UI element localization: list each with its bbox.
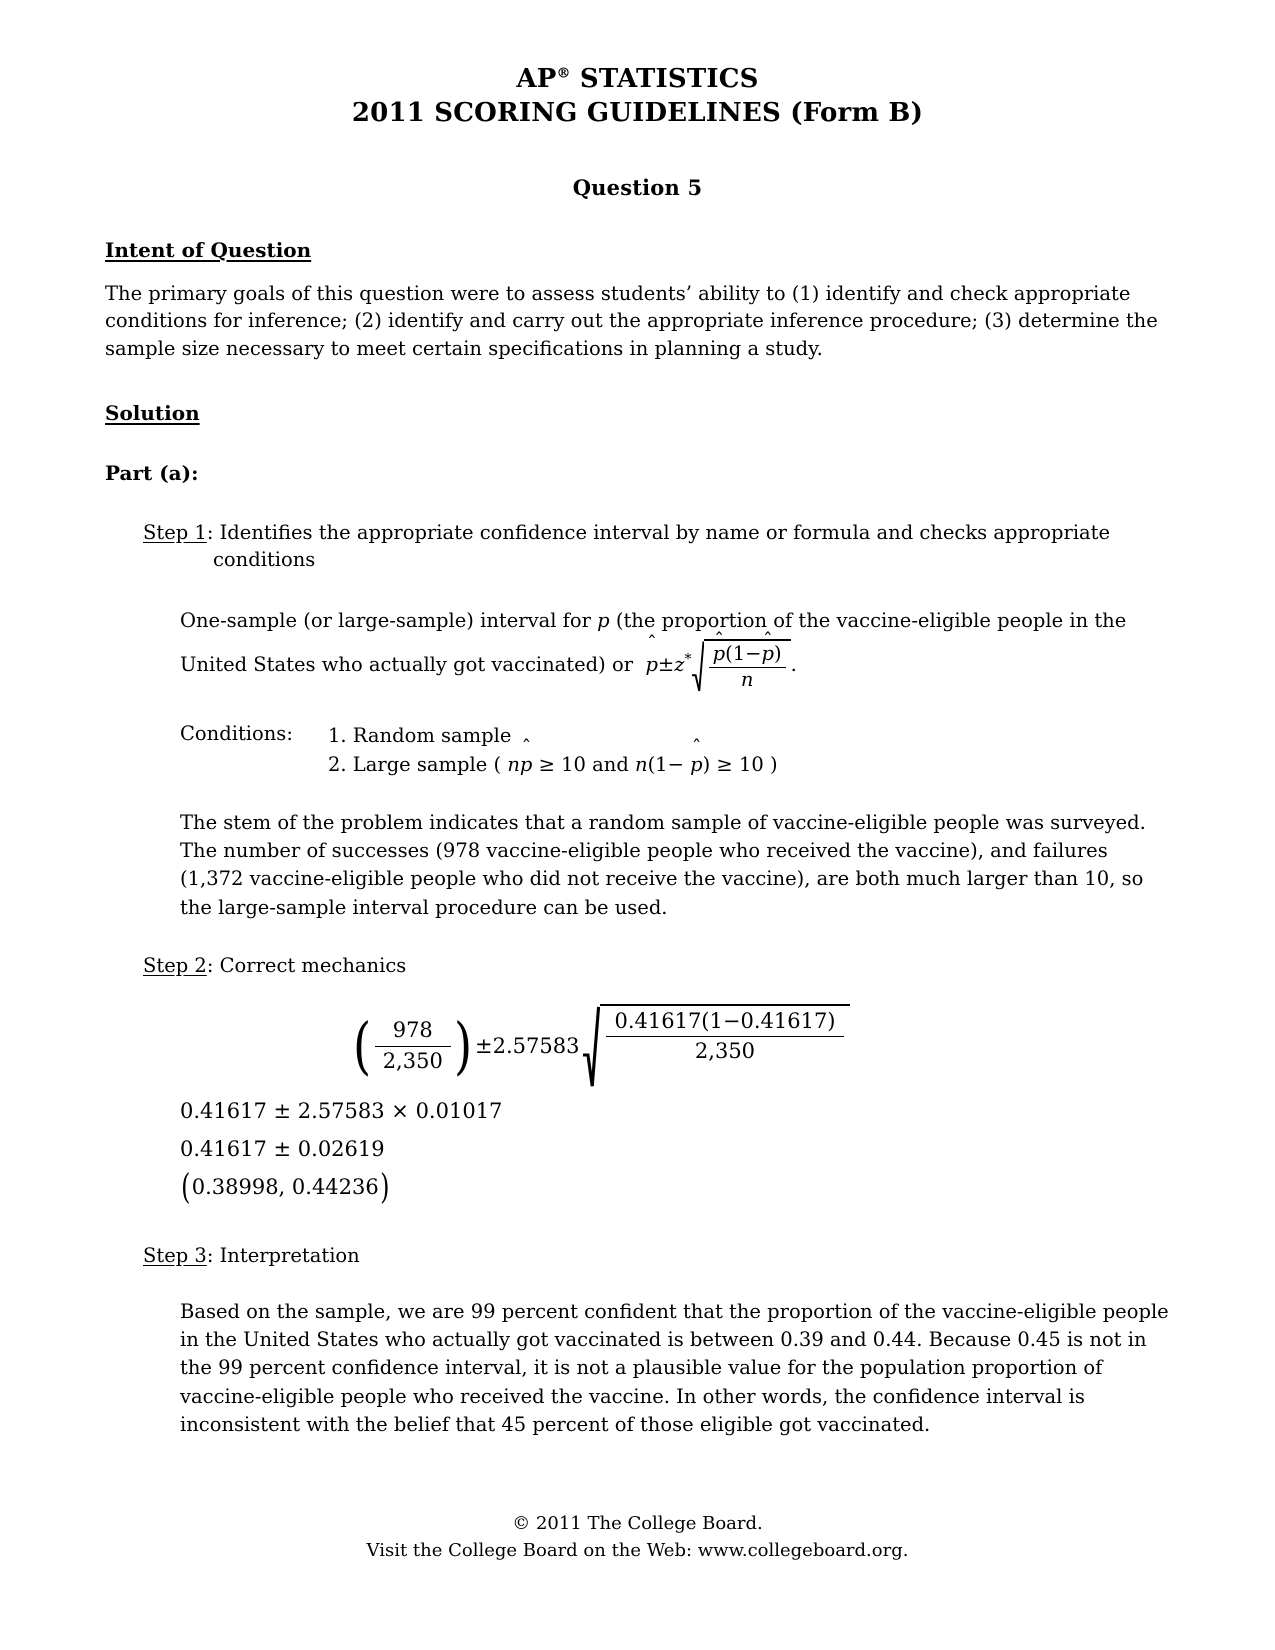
- solution-section: Solution Part (a):: [105, 363, 1170, 485]
- interval-close-paren: ): [379, 1167, 390, 1208]
- condition-2-ge-2: ≥ 10: [710, 752, 764, 776]
- condition-item-2: 2. Large sample ( np ≥ 10 and n(1− p) ≥ …: [328, 751, 778, 779]
- formula-z: z: [674, 653, 685, 677]
- solution-heading: Solution: [105, 400, 200, 425]
- standard-error-fraction: 0.41617(1−0.41617) 2,350: [606, 1008, 844, 1065]
- proportion-fraction: 978 2,350: [374, 1017, 451, 1075]
- condition-2-n-2: n: [635, 752, 648, 776]
- intent-of-question-body: The primary goals of this question were …: [105, 281, 1158, 360]
- confidence-interval-formula: p±z*p(1−p)n.: [639, 639, 797, 692]
- variance-fraction: p(1−p)n: [708, 642, 786, 691]
- standard-error-radicand: 0.41617(1−0.41617) 2,350: [600, 1003, 850, 1089]
- math-plus-minus-1: ±: [475, 1034, 493, 1059]
- condition-2-p-hat-1: p: [520, 751, 532, 779]
- header-line-2: 2011 SCORING GUIDELINES (Form B): [351, 98, 924, 129]
- intent-of-question-heading: Intent of Question: [105, 237, 312, 262]
- standard-error-denominator: 2,350: [606, 1036, 844, 1065]
- standard-error-square-root: 0.41617(1−0.41617) 2,350: [583, 1003, 850, 1089]
- header-statistics-text: STATISTICS: [570, 64, 759, 94]
- numerator-one-minus: (1−: [725, 642, 762, 666]
- math-line-3: 0.41617 ± 0.02619: [180, 1136, 385, 1161]
- step-2-description: : Correct mechanics: [206, 953, 407, 977]
- header-ap-text: AP: [516, 64, 557, 94]
- math-line-4: (0.38998, 0.44236): [180, 1167, 1170, 1208]
- formula-plus-minus: ±: [657, 653, 675, 677]
- numerator-p-hat-2: p: [761, 642, 773, 665]
- interval-text-part-2: (the proportion of the vaccine-eligible …: [609, 609, 1127, 633]
- critical-z-value: 2.57583: [492, 1034, 580, 1059]
- numerator-close-paren: ): [773, 642, 782, 666]
- step-2-label: Step 2: [143, 953, 207, 977]
- confidence-interval-description: One-sample (or large-sample) interval fo…: [180, 602, 1170, 692]
- radical-sign-icon: [691, 639, 704, 692]
- formula-z-star: *: [684, 651, 692, 668]
- conditions-block: Conditions: 1. Random sample 2. Large sa…: [180, 722, 1170, 779]
- condition-2-p-hat-2: p: [690, 751, 702, 779]
- variance-denominator: n: [708, 666, 786, 691]
- header-line-1: AP® STATISTICS: [105, 62, 1170, 96]
- standard-error-numerator: 0.41617(1−0.41617): [614, 1008, 836, 1033]
- numerator-p-hat-1: p: [713, 642, 725, 665]
- condition-2-ge-1: ≥ 10: [532, 752, 586, 776]
- radical-sign-icon-large: [583, 1004, 601, 1089]
- formula-square-root: p(1−p)n: [691, 639, 791, 692]
- document-header: AP® STATISTICS 2011 SCORING GUIDELINES (…: [105, 62, 1170, 131]
- step-3-line: Step 3: Interpretation: [143, 1242, 1170, 1270]
- step-3-interpretation-paragraph: Based on the sample, we are 99 percent c…: [180, 1299, 1169, 1436]
- confidence-interval-values: 0.38998, 0.44236: [191, 1174, 379, 1199]
- step-1-continuation: conditions: [213, 548, 316, 572]
- step-2-math-block: (978 2,350) ±2.57583 0.41617(1−0.41617) 2,35…: [180, 1003, 1170, 1208]
- proportion-denominator: 2,350: [374, 1045, 451, 1075]
- proportion-numerator: 978: [392, 1017, 433, 1042]
- registered-trademark-icon: ®: [556, 65, 571, 82]
- condition-2-and: and: [585, 752, 636, 776]
- document-page: AP® STATISTICS 2011 SCORING GUIDELINES (…: [0, 0, 1275, 1650]
- step-1-line: Step 1: Identifies the appropriate confi…: [143, 519, 1170, 574]
- step-1-label: Step 1: [143, 520, 207, 544]
- interval-text-part-1: One-sample (or large-sample) interval fo…: [180, 609, 598, 633]
- footer-website: Visit the College Board on the Web: www.…: [366, 1540, 909, 1561]
- interval-text-line-2: United States who actually got vaccinate…: [180, 653, 640, 677]
- conditions-label: Conditions:: [180, 722, 293, 746]
- formula-period: .: [790, 653, 797, 677]
- condition-2-suffix: ): [770, 752, 778, 776]
- footer-copyright: © 2011 The College Board.: [512, 1513, 763, 1534]
- math-line-1: (978 2,350) ±2.57583 0.41617(1−0.41617) 2,35…: [180, 1003, 1170, 1089]
- part-a-heading: Part (a):: [105, 460, 199, 485]
- question-title: Question 5: [572, 174, 703, 200]
- step-2-line: Step 2: Correct mechanics: [143, 952, 1170, 980]
- condition-item-1: 1. Random sample: [328, 724, 512, 748]
- step-1-description: : Identifies the appropriate confidence …: [206, 520, 1111, 544]
- step-3-description: : Interpretation: [206, 1244, 360, 1268]
- condition-2-n-1: n: [507, 752, 520, 776]
- radicand: p(1−p)n: [703, 639, 791, 692]
- formula-p-hat: p: [645, 646, 657, 683]
- open-paren-large: (: [353, 1008, 372, 1082]
- stem-explanation-paragraph: The stem of the problem indicates that a…: [180, 810, 1146, 919]
- interval-variable-p: p: [597, 609, 610, 633]
- page-footer: © 2011 The College Board. Visit the Coll…: [0, 1510, 1275, 1564]
- condition-2-open: (1−: [647, 752, 684, 776]
- math-line-2: 0.41617 ± 2.57583 × 0.01017: [180, 1098, 503, 1123]
- condition-2-prefix: 2. Large sample (: [328, 752, 502, 776]
- step-3-label: Step 3: [143, 1244, 207, 1268]
- conditions-list: 1. Random sample 2. Large sample ( np ≥ …: [328, 722, 778, 779]
- close-paren-large: ): [453, 1008, 472, 1082]
- interval-open-paren: (: [181, 1167, 191, 1208]
- intent-section: Intent of Question The primary goals of …: [105, 200, 1170, 363]
- variance-numerator: p(1−p): [709, 642, 786, 666]
